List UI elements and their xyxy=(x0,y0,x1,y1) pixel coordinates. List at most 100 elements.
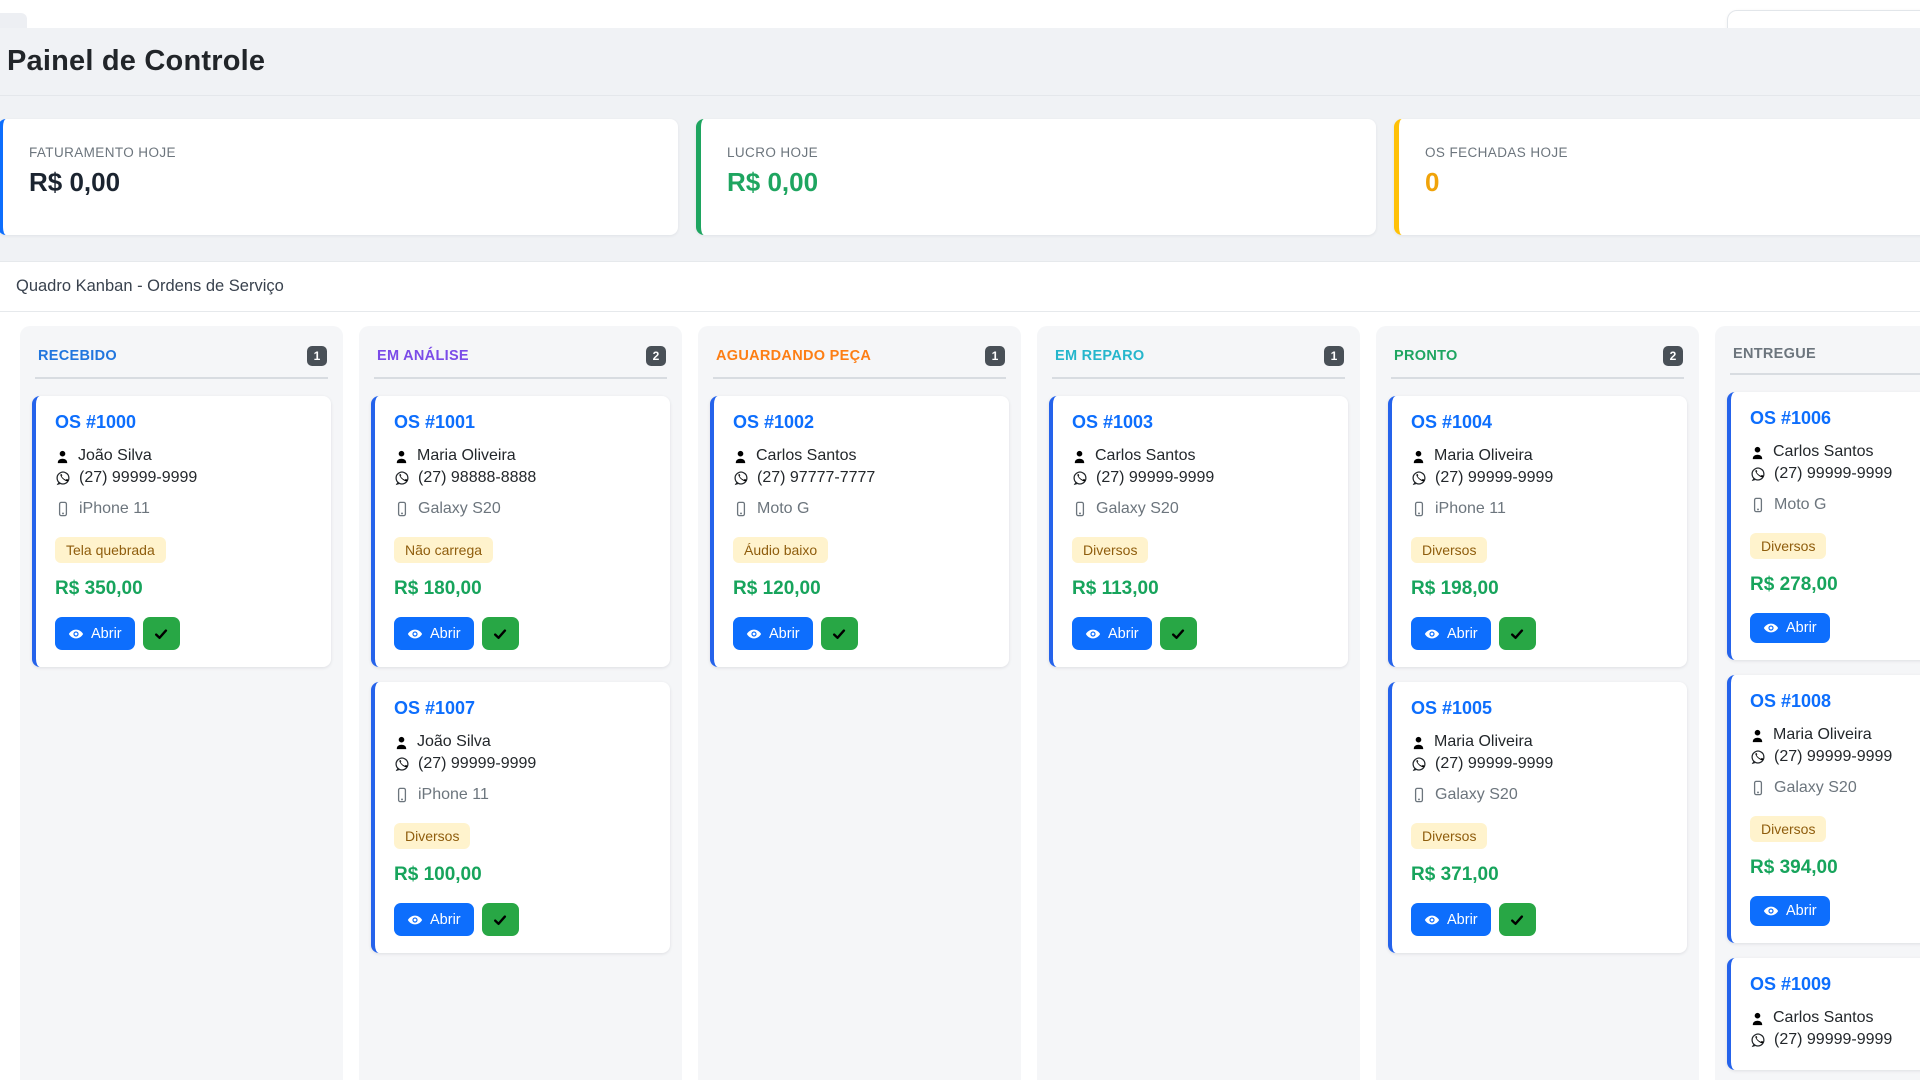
person-icon xyxy=(1750,728,1765,743)
open-os-button[interactable]: Abrir xyxy=(1072,617,1152,650)
os-phone-line: (27) 99999-9999 xyxy=(1072,469,1332,487)
open-os-button[interactable]: Abrir xyxy=(1750,896,1830,926)
os-phone-number: (27) 99999-9999 xyxy=(1774,465,1892,483)
eye-icon xyxy=(407,912,423,928)
open-os-button[interactable]: Abrir xyxy=(1411,617,1491,650)
complete-os-button[interactable] xyxy=(1499,617,1536,650)
os-device-line: Moto G xyxy=(1750,496,1920,514)
os-phone-line: (27) 99999-9999 xyxy=(1750,1031,1920,1049)
check-icon xyxy=(1509,912,1525,928)
column-divider xyxy=(1391,377,1684,379)
os-client-line: João Silva xyxy=(394,733,654,751)
check-icon xyxy=(153,626,169,642)
os-device-line: Galaxy S20 xyxy=(1072,500,1332,518)
kanban-section-title: Quadro Kanban - Ordens de Serviço xyxy=(0,277,284,296)
os-card[interactable]: OS #1006 Carlos Santos (27) 99999-9999 M… xyxy=(1727,392,1920,660)
complete-os-button[interactable] xyxy=(1499,903,1536,936)
os-phone-line: (27) 99999-9999 xyxy=(1750,748,1920,766)
os-client-line: Maria Oliveira xyxy=(1411,733,1671,751)
mobile-phone-icon xyxy=(1072,501,1088,517)
os-phone-number: (27) 99999-9999 xyxy=(79,469,197,487)
os-client-name: Carlos Santos xyxy=(1773,1009,1874,1027)
complete-os-button[interactable] xyxy=(143,617,180,650)
os-card[interactable]: OS #1004 Maria Oliveira (27) 99999-9999 … xyxy=(1388,396,1687,667)
os-phone-number: (27) 99999-9999 xyxy=(1435,469,1553,487)
os-price: R$ 198,00 xyxy=(1411,578,1671,600)
os-phone-number: (27) 99999-9999 xyxy=(1096,469,1214,487)
whatsapp-icon xyxy=(1411,470,1427,486)
os-device-name: Galaxy S20 xyxy=(1096,500,1179,518)
stat-label: FATURAMENTO HOJE xyxy=(29,145,648,160)
open-os-button[interactable]: Abrir xyxy=(733,617,813,650)
os-phone-line: (27) 97777-7777 xyxy=(733,469,993,487)
os-device-line: iPhone 11 xyxy=(394,786,654,804)
kanban-column: EM REPARO 1 OS #1003 Carlos Santos (27) … xyxy=(1037,326,1360,1080)
os-client-name: Maria Oliveira xyxy=(417,447,516,465)
kanban-column: EM ANÁLISE 2 OS #1001 Maria Oliveira (27… xyxy=(359,326,682,1080)
open-os-button-label: Abrir xyxy=(1108,626,1139,642)
check-icon xyxy=(492,912,508,928)
os-phone-line: (27) 99999-9999 xyxy=(55,469,315,487)
kanban-column-header: PRONTO 2 xyxy=(1388,338,1687,366)
os-card[interactable]: OS #1005 Maria Oliveira (27) 99999-9999 … xyxy=(1388,682,1687,953)
kanban-column-count-badge: 2 xyxy=(646,346,666,366)
os-device-name: iPhone 11 xyxy=(79,500,150,518)
column-card-list: OS #1002 Carlos Santos (27) 97777-7777 M… xyxy=(710,396,1009,667)
mobile-phone-icon xyxy=(55,501,71,517)
os-actions: Abrir xyxy=(394,617,654,650)
os-card[interactable]: OS #1002 Carlos Santos (27) 97777-7777 M… xyxy=(710,396,1009,667)
os-client-name: Carlos Santos xyxy=(1095,447,1196,465)
eye-icon xyxy=(1424,626,1440,642)
kanban-column-title: PRONTO xyxy=(1394,348,1458,364)
stat-card: OS FECHADAS HOJE 0 xyxy=(1394,119,1920,235)
os-client-name: João Silva xyxy=(417,733,491,751)
os-card[interactable]: OS #1001 Maria Oliveira (27) 98888-8888 … xyxy=(371,396,670,667)
open-os-button-label: Abrir xyxy=(769,626,800,642)
os-number: OS #1000 xyxy=(55,412,315,433)
complete-os-button[interactable] xyxy=(482,903,519,936)
os-card[interactable]: OS #1009 Carlos Santos (27) 99999-9999 A… xyxy=(1727,958,1920,1070)
mobile-phone-icon xyxy=(1411,501,1427,517)
column-divider xyxy=(713,377,1006,379)
complete-os-button[interactable] xyxy=(1160,617,1197,650)
os-actions: Abrir xyxy=(1072,617,1332,650)
os-number: OS #1006 xyxy=(1750,408,1920,429)
eye-icon xyxy=(1763,903,1779,919)
open-os-button[interactable]: Abrir xyxy=(394,903,474,936)
stat-value: 0 xyxy=(1425,167,1920,198)
os-device-line: iPhone 11 xyxy=(1411,500,1671,518)
os-card[interactable]: OS #1000 João Silva (27) 99999-9999 iPho… xyxy=(32,396,331,667)
kanban-column-count-badge: 1 xyxy=(1324,346,1344,366)
os-phone-line: (27) 99999-9999 xyxy=(1411,755,1671,773)
os-issue-badge: Tela quebrada xyxy=(55,537,166,563)
complete-os-button[interactable] xyxy=(821,617,858,650)
os-device-name: Moto G xyxy=(757,500,809,518)
whatsapp-icon xyxy=(394,470,410,486)
kanban-column-title: EM ANÁLISE xyxy=(377,348,469,364)
open-os-button[interactable]: Abrir xyxy=(394,617,474,650)
kanban-column-header: ENTREGUE xyxy=(1727,338,1920,362)
os-device-line: Galaxy S20 xyxy=(1750,779,1920,797)
os-client-name: Carlos Santos xyxy=(1773,443,1874,461)
os-card[interactable]: OS #1008 Maria Oliveira (27) 99999-9999 … xyxy=(1727,675,1920,943)
whatsapp-icon xyxy=(733,470,749,486)
open-os-button[interactable]: Abrir xyxy=(1750,613,1830,643)
column-divider xyxy=(374,377,667,379)
whatsapp-icon xyxy=(1411,756,1427,772)
os-card[interactable]: OS #1003 Carlos Santos (27) 99999-9999 G… xyxy=(1049,396,1348,667)
os-client-name: Maria Oliveira xyxy=(1434,733,1533,751)
open-os-button[interactable]: Abrir xyxy=(55,617,135,650)
open-os-button-label: Abrir xyxy=(1786,620,1817,636)
os-actions: Abrir xyxy=(1750,896,1920,926)
column-card-list: OS #1000 João Silva (27) 99999-9999 iPho… xyxy=(32,396,331,667)
complete-os-button[interactable] xyxy=(482,617,519,650)
open-os-button[interactable]: Abrir xyxy=(1411,903,1491,936)
open-os-button-label: Abrir xyxy=(91,626,122,642)
os-card[interactable]: OS #1007 João Silva (27) 99999-9999 iPho… xyxy=(371,682,670,953)
os-phone-line: (27) 99999-9999 xyxy=(1750,465,1920,483)
os-price: R$ 350,00 xyxy=(55,578,315,600)
mobile-phone-icon xyxy=(733,501,749,517)
mobile-phone-icon xyxy=(1411,787,1427,803)
eye-icon xyxy=(1424,912,1440,928)
os-device-line: Galaxy S20 xyxy=(394,500,654,518)
